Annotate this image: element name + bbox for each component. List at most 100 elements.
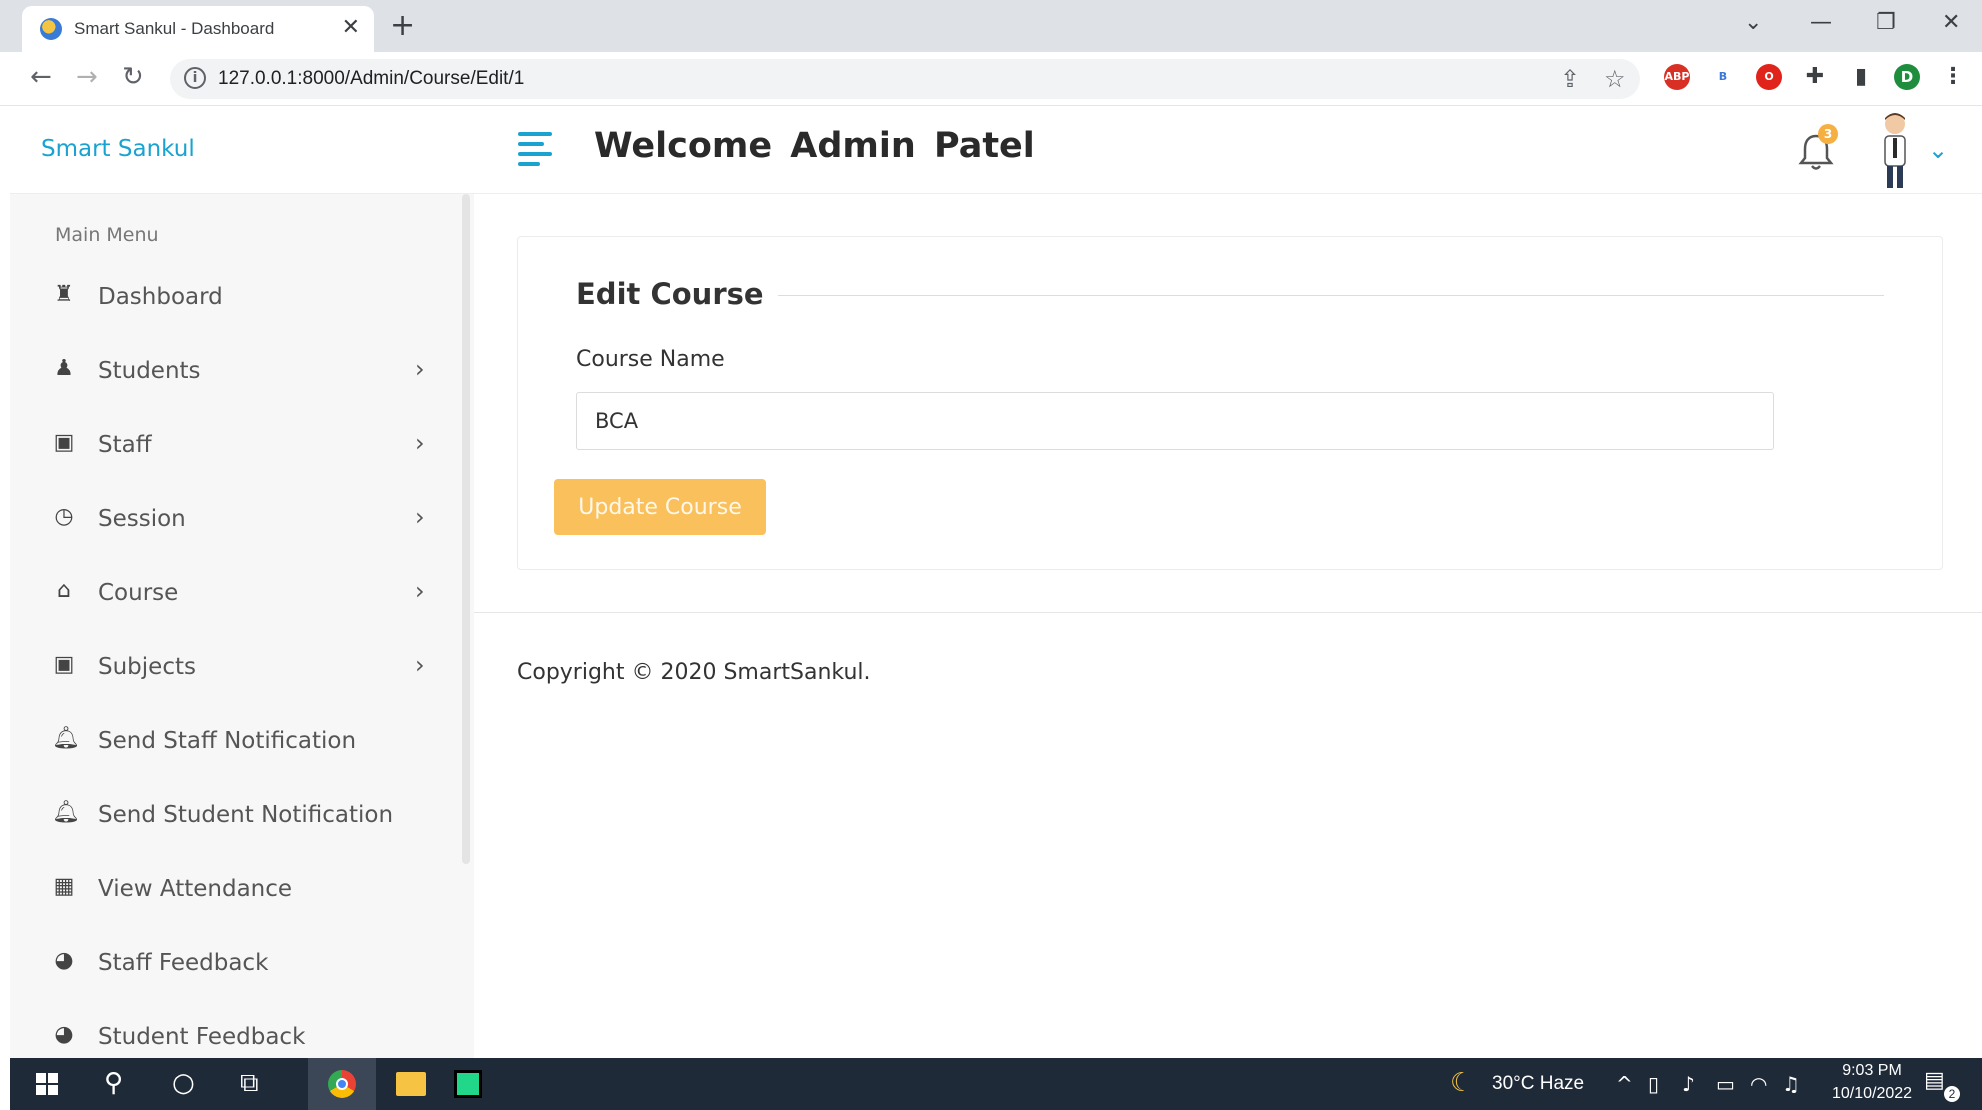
top-header: Welcome Admin Patel 3 ⌄ [474, 106, 1982, 194]
sidebar-item-label: Send Student Notification [98, 802, 394, 828]
sidebar-item-label: Subjects [98, 654, 196, 680]
update-course-button[interactable]: Update Course [554, 479, 766, 535]
restore-icon[interactable]: ❐ [1876, 10, 1896, 35]
sidebar-item-send-student-notification[interactable]: 🔔︎ Send Student Notification [10, 787, 450, 845]
sidebar-item-send-staff-notification[interactable]: 🔔︎ Send Staff Notification [10, 713, 450, 771]
chevron-right-icon: › [415, 503, 425, 531]
action-center-badge: 2 [1944, 1086, 1960, 1102]
chevron-right-icon: › [415, 577, 425, 605]
close-tab-icon[interactable]: ✕ [342, 15, 360, 40]
forward-arrow-icon[interactable]: → [76, 62, 98, 92]
wifi-icon[interactable]: ◠ [1750, 1072, 1767, 1096]
os-taskbar: ⚲ ○ ⧉ ☾ 30°C Haze ^ ▯ ♪ ▭ ◠ ♫ 9:03 PM 10… [10, 1058, 1982, 1110]
student-icon: ♟ [54, 356, 74, 381]
sidebar-item-label: View Attendance [98, 876, 293, 902]
battery-icon[interactable]: ▭ [1716, 1072, 1735, 1096]
extension-b-icon[interactable]: B [1710, 64, 1736, 90]
welcome-heading: Welcome Admin Patel [594, 126, 1035, 166]
brand-bar: Smart Sankul [10, 106, 474, 194]
chalkboard-icon: ▣ [53, 652, 75, 677]
sidebar-item-label: Students [98, 358, 201, 384]
share-icon[interactable]: ⇪ [1560, 65, 1580, 93]
back-arrow-icon[interactable]: ← [30, 62, 52, 92]
chevron-up-icon[interactable]: ^ [1616, 1072, 1633, 1096]
edit-course-card: Edit Course Course Name Update Course [517, 236, 1943, 570]
sidebar-item-dashboard[interactable]: ♜ Dashboard [10, 269, 450, 327]
copyright-text: Copyright © 2020 SmartSankul. [517, 660, 871, 685]
address-bar[interactable]: i 127.0.0.1:8000/Admin/Course/Edit/1 ⇪ ☆ [170, 59, 1640, 99]
browser-menu-icon[interactable]: ⋮ [1940, 64, 1966, 90]
search-icon[interactable]: ⚲ [104, 1068, 123, 1098]
windows-start-icon[interactable] [36, 1073, 58, 1095]
volume-icon[interactable]: ♫ [1782, 1072, 1800, 1096]
sidebar-item-label: Course [98, 580, 179, 606]
reload-icon[interactable]: ↻ [122, 62, 144, 92]
extensions-puzzle-icon[interactable]: ✚ [1802, 64, 1828, 90]
footer-divider [474, 612, 1982, 613]
sidebar-item-label: Student Feedback [98, 1024, 306, 1050]
opera-extension-icon[interactable]: O [1756, 64, 1782, 90]
menu-section-header: Main Menu [55, 224, 159, 246]
pycharm-icon[interactable] [454, 1070, 482, 1098]
course-name-label: Course Name [576, 347, 725, 372]
sidebar-item-course[interactable]: ⌂ Course › [10, 565, 450, 623]
site-info-icon[interactable]: i [184, 67, 206, 89]
device-icon[interactable]: ▯ [1648, 1072, 1659, 1096]
browser-tab[interactable]: Smart Sankul - Dashboard ✕ [22, 6, 374, 52]
divider [754, 295, 1884, 296]
sidebar-item-staff-feedback[interactable]: ◕ Staff Feedback [10, 935, 450, 993]
side-panel-icon[interactable]: ▮ [1848, 64, 1874, 90]
profile-avatar[interactable]: D [1894, 64, 1920, 90]
microphone-icon[interactable]: ♪ [1682, 1072, 1695, 1096]
sidebar-item-view-attendance[interactable]: ▦ View Attendance [10, 861, 450, 919]
course-name-input[interactable] [576, 392, 1774, 450]
adblock-extension-icon[interactable]: ABP [1664, 64, 1690, 90]
sidebar-item-label: Dashboard [98, 284, 223, 310]
sidebar-item-session[interactable]: ◷ Session › [10, 491, 450, 549]
bookmark-star-icon[interactable]: ☆ [1604, 65, 1626, 93]
dashboard-icon: ♜ [54, 282, 74, 307]
url-text: 127.0.0.1:8000/Admin/Course/Edit/1 [218, 68, 525, 89]
chevron-right-icon: › [415, 651, 425, 679]
clock-date[interactable]: 10/10/2022 [1822, 1085, 1922, 1103]
file-explorer-icon[interactable] [396, 1072, 426, 1096]
form-title: Edit Course [576, 277, 778, 311]
graduation-cap-icon: ⌂ [57, 578, 71, 603]
notification-badge: 3 [1818, 124, 1838, 144]
brand-logo-text[interactable]: Smart Sankul [41, 136, 195, 162]
minimize-icon[interactable]: — [1810, 10, 1832, 35]
menu-toggle-icon[interactable] [518, 132, 552, 168]
sidebar-item-label: Send Staff Notification [98, 728, 357, 754]
comments-icon: ◕ [54, 1022, 74, 1047]
staff-icon: ▣ [53, 430, 75, 455]
sidebar-scrollbar[interactable] [462, 194, 470, 864]
comments-icon: ◕ [54, 948, 74, 973]
sidebar-item-subjects[interactable]: ▣ Subjects › [10, 639, 450, 697]
task-view-icon[interactable]: ⧉ [240, 1068, 259, 1099]
tab-title: Smart Sankul - Dashboard [74, 19, 275, 38]
user-avatar[interactable] [1870, 110, 1920, 190]
chevron-right-icon: › [415, 355, 425, 383]
sidebar-item-label: Staff [98, 432, 152, 458]
sidebar: Smart Sankul Main Menu ♜ Dashboard ♟ Stu… [10, 106, 474, 1058]
favicon-icon [40, 18, 62, 40]
window-close-icon[interactable]: ✕ [1942, 10, 1960, 35]
cortana-icon[interactable]: ○ [172, 1068, 195, 1098]
clock-icon: ◷ [54, 504, 74, 529]
sidebar-item-label: Session [98, 506, 186, 532]
bell-icon: 🔔︎ [52, 726, 80, 751]
sidebar-item-students[interactable]: ♟ Students › [10, 343, 450, 401]
bell-icon: 🔔︎ [52, 800, 80, 825]
chevron-right-icon: › [415, 429, 425, 457]
weather-text[interactable]: 30°C Haze [1492, 1073, 1584, 1095]
browser-tab-strip: Smart Sankul - Dashboard ✕ + ⌄ — ❐ ✕ [0, 0, 1982, 52]
sidebar-item-label: Staff Feedback [98, 950, 269, 976]
tab-search-icon[interactable]: ⌄ [1744, 10, 1762, 35]
clock-time[interactable]: 9:03 PM [1832, 1062, 1912, 1080]
chevron-down-icon[interactable]: ⌄ [1928, 136, 1948, 164]
action-center-icon[interactable]: ▤ [1924, 1068, 1945, 1093]
chrome-taskbar-button[interactable] [308, 1058, 376, 1110]
sidebar-item-staff[interactable]: ▣ Staff › [10, 417, 450, 475]
new-tab-icon[interactable]: + [390, 8, 415, 43]
chrome-icon [328, 1070, 356, 1098]
